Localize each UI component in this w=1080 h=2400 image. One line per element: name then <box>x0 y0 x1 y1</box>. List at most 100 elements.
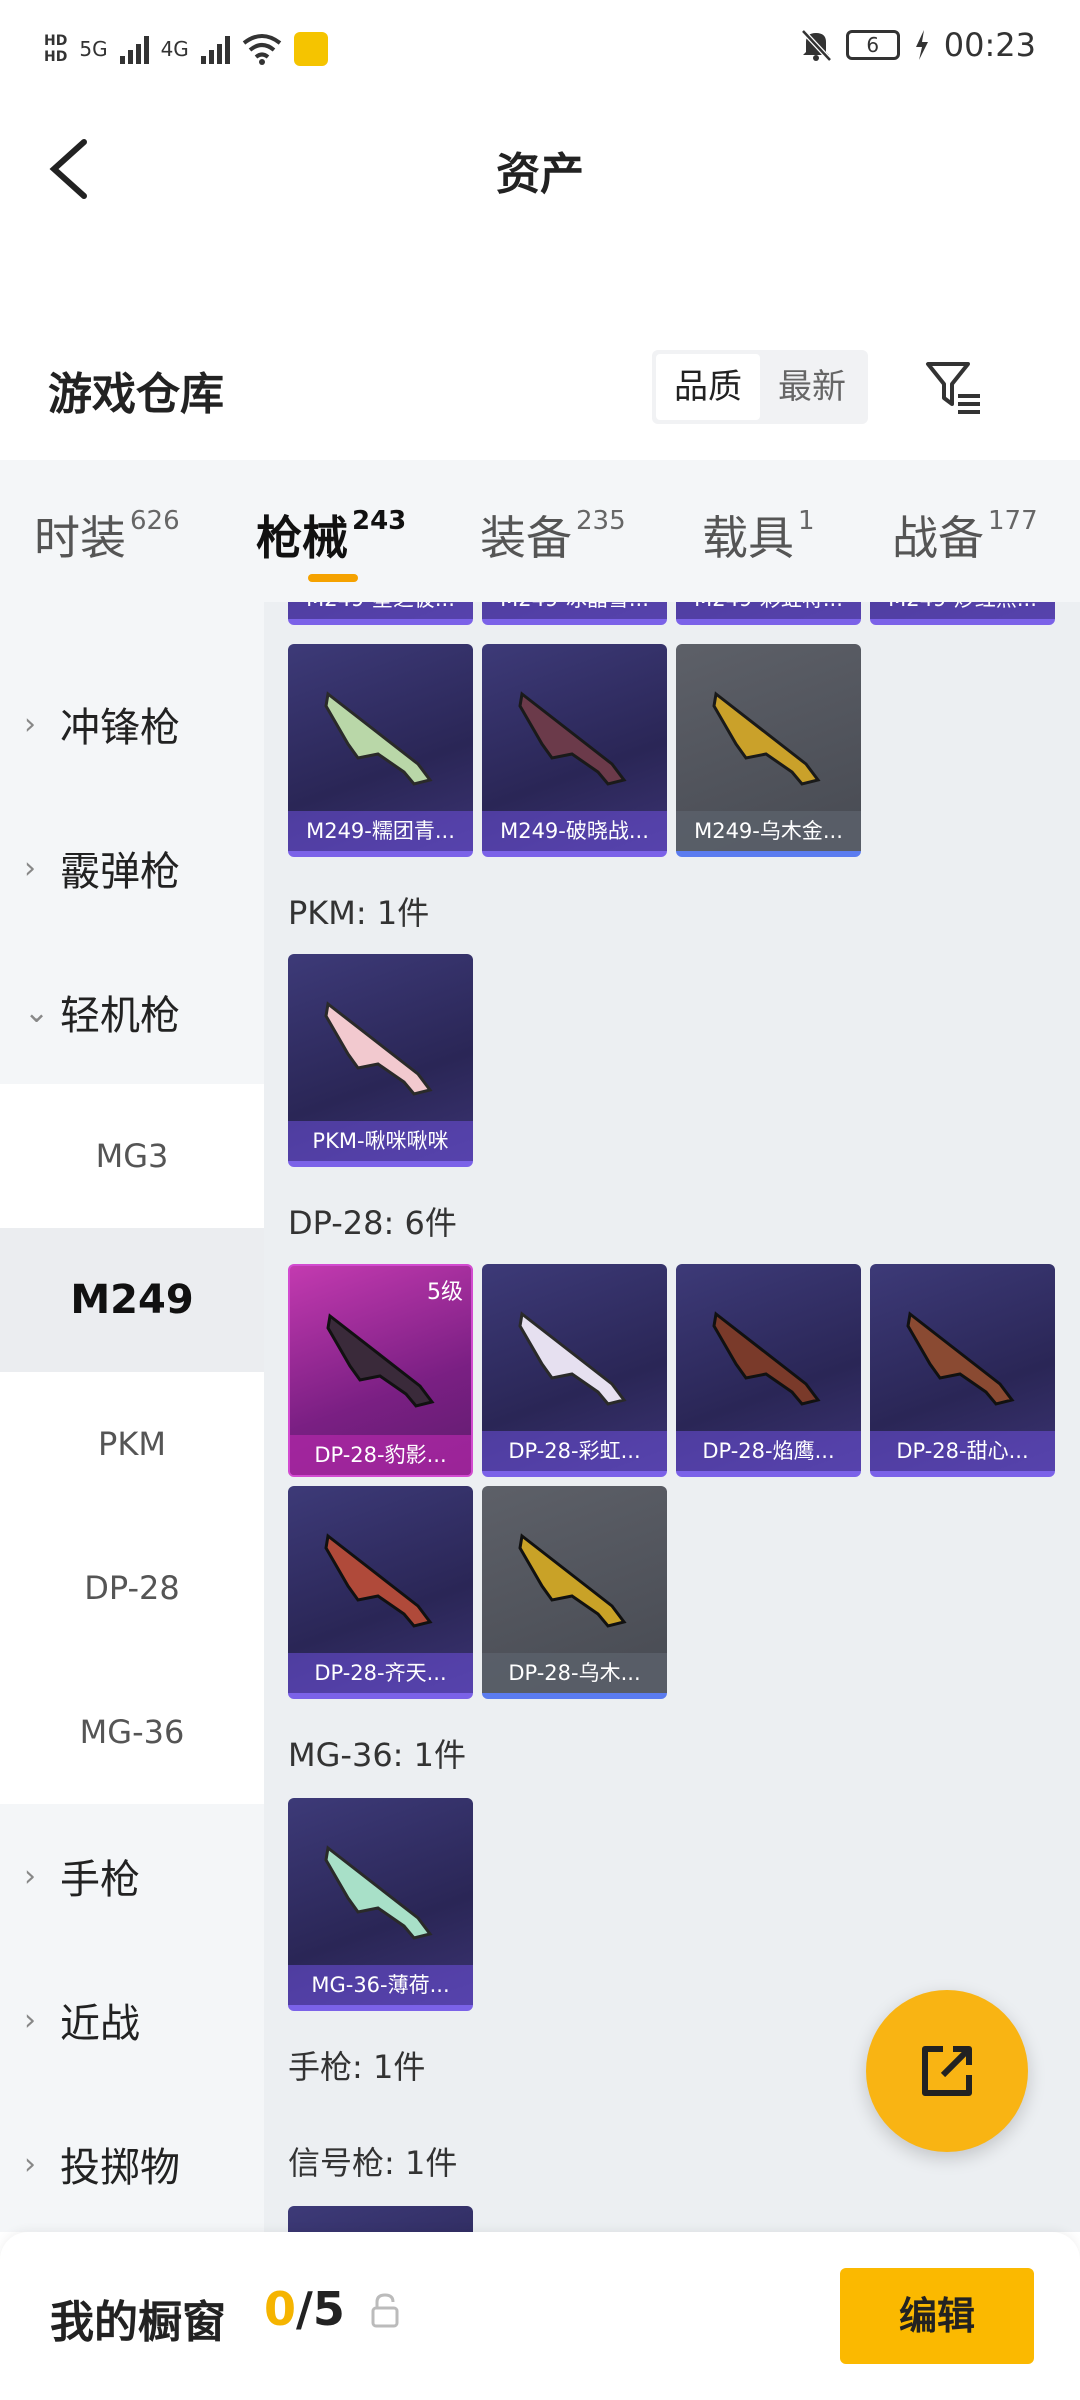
section-title-pkm: PKM: 1件 <box>288 894 430 932</box>
weapon-type-nav: › 冲锋枪 › 霰弹枪 ⌄ 轻机枪 MG3 M249 PKM DP-28 MG-36 … <box>0 602 264 2232</box>
skin-card[interactable]: 5级 DP-28-豹影... <box>288 1264 473 1477</box>
showcase-count: 0/5 <box>264 2282 345 2336</box>
mute-bell-icon <box>800 29 832 62</box>
warehouse-title: 游戏仓库 <box>48 369 224 420</box>
skin-card[interactable]: M249-乌木金... <box>676 644 861 857</box>
nav-label: MG-36 <box>79 1713 185 1751</box>
showcase-total: /5 <box>296 2282 345 2336</box>
skin-name: PKM-啾咪啾咪 <box>288 1121 473 1161</box>
tab-label: 战备 <box>892 511 984 565</box>
skin-card[interactable]: DP-28-乌木... <box>482 1486 667 1699</box>
nav-label: PKM <box>98 1425 166 1463</box>
skin-card[interactable]: M249-炒红点... <box>870 602 1055 625</box>
weapon-icon <box>712 1311 821 1406</box>
skin-name: DP-28-彩虹... <box>482 1431 667 1471</box>
weapon-icon <box>518 1311 627 1406</box>
sort-quality-button[interactable]: 品质 <box>656 354 760 420</box>
nav-label: MG3 <box>95 1137 169 1175</box>
share-fab[interactable] <box>866 1990 1028 2152</box>
active-tab-indicator <box>308 574 358 582</box>
tab-label: 时装 <box>34 511 126 565</box>
weapon-icon <box>712 691 821 786</box>
skin-card[interactable]: M249-冰晶雪... <box>482 602 667 625</box>
nav-label: 冲锋枪 <box>60 705 180 751</box>
skin-card[interactable]: PKM-啾咪啾咪 <box>288 954 473 1167</box>
skin-name: M249-炒红点... <box>870 602 1055 619</box>
skin-name: DP-28-甜心... <box>870 1431 1055 1471</box>
nav-sub-pkm[interactable]: PKM <box>0 1372 264 1516</box>
tab-count: 626 <box>130 506 180 536</box>
skin-name: MG-36-薄荷... <box>288 1965 473 2005</box>
level-badge: 5级 <box>427 1280 463 1305</box>
skin-name: M249-糯团青... <box>288 811 473 851</box>
tab-equipment[interactable]: 装备 235 <box>480 502 626 568</box>
skin-name: DP-28-乌木... <box>482 1653 667 1693</box>
nav-label: 霰弹枪 <box>60 849 180 895</box>
nav-label: 手枪 <box>60 1857 140 1903</box>
wifi-icon <box>242 34 282 65</box>
weapon-icon <box>324 1533 433 1628</box>
nav-sub-mg3[interactable]: MG3 <box>0 1084 264 1228</box>
nav-label: 轻机枪 <box>60 993 180 1039</box>
tab-label: 装备 <box>480 511 572 565</box>
skin-name: M249-乌木金... <box>676 811 861 851</box>
item-grid: M249-星之彼... M249-冰晶雪... M249-彩虹将... M249… <box>264 602 1080 2232</box>
sort-newest-button[interactable]: 最新 <box>760 354 864 420</box>
nav-label: DP-28 <box>84 1569 180 1607</box>
tab-label: 载具 <box>702 511 794 565</box>
filter-icon[interactable] <box>924 358 984 418</box>
showcase-bar: 我的橱窗 0/5 编辑 <box>0 2232 1080 2400</box>
category-tabs: 时装 626 枪械 243 装备 235 载具 1 战备 177 <box>0 460 1080 602</box>
skin-name: DP-28-齐天... <box>288 1653 473 1693</box>
lock-icon <box>371 2293 399 2328</box>
chevron-right-icon: › <box>24 2146 36 2182</box>
tab-fashion[interactable]: 时装 626 <box>34 502 180 568</box>
status-right: 6 00:23 <box>800 26 1036 64</box>
nav-sub-mg36[interactable]: MG-36 <box>0 1660 264 1804</box>
section-title-mg36: MG-36: 1件 <box>288 1736 466 1774</box>
skin-card[interactable] <box>288 2206 473 2232</box>
skin-card[interactable]: M249-星之彼... <box>288 602 473 625</box>
tab-label: 枪械 <box>256 511 348 565</box>
nav-shotgun[interactable]: › 霰弹枪 <box>0 796 264 940</box>
skin-card[interactable]: MG-36-薄荷... <box>288 1798 473 2011</box>
tab-count: 1 <box>798 506 815 536</box>
chevron-down-icon: ⌄ <box>24 994 50 1030</box>
weapon-icon <box>324 691 433 786</box>
tab-count: 177 <box>988 506 1038 536</box>
nav-label: M249 <box>70 1277 194 1323</box>
nav-pistol[interactable]: › 手枪 <box>0 1804 264 1948</box>
tab-vehicles[interactable]: 载具 1 <box>702 502 815 568</box>
app-header: 资产 <box>0 100 1080 235</box>
nav-sub-m249[interactable]: M249 <box>0 1228 264 1372</box>
chevron-right-icon: › <box>24 1858 36 1894</box>
tab-guns[interactable]: 枪械 243 <box>256 502 406 568</box>
skin-name: M249-破晓战... <box>482 811 667 851</box>
hd-icon: HD HD <box>44 33 68 65</box>
nav-label: 近战 <box>60 2001 140 2047</box>
skin-card[interactable]: DP-28-彩虹... <box>482 1264 667 1477</box>
edit-button[interactable]: 编辑 <box>840 2268 1034 2364</box>
nav-throwables[interactable]: › 投掷物 <box>0 2092 264 2236</box>
showcase-current: 0 <box>264 2282 297 2336</box>
skin-card[interactable]: M249-糯团青... <box>288 644 473 857</box>
network-5g-label: 5G <box>79 37 108 61</box>
nav-melee[interactable]: › 近战 <box>0 1948 264 2092</box>
app-notification-icon <box>293 32 328 66</box>
weapon-icon <box>326 1313 435 1408</box>
skin-name: M249-星之彼... <box>288 602 473 619</box>
skin-name: DP-28-豹影... <box>290 1435 471 1475</box>
chevron-right-icon: › <box>24 2002 36 2038</box>
nav-smg[interactable]: › 冲锋枪 <box>0 652 264 796</box>
skin-card[interactable]: M249-破晓战... <box>482 644 667 857</box>
signal-icon-2 <box>200 34 230 64</box>
weapon-icon <box>518 691 627 786</box>
tab-tactical[interactable]: 战备 177 <box>892 502 1038 568</box>
skin-card[interactable]: M249-彩虹将... <box>676 602 861 625</box>
skin-card[interactable]: DP-28-甜心... <box>870 1264 1055 1477</box>
skin-card[interactable]: DP-28-焰鹰... <box>676 1264 861 1477</box>
skin-card[interactable]: DP-28-齐天... <box>288 1486 473 1699</box>
nav-lmg[interactable]: ⌄ 轻机枪 <box>0 940 264 1084</box>
charging-icon <box>915 30 928 60</box>
nav-sub-dp28[interactable]: DP-28 <box>0 1516 264 1660</box>
